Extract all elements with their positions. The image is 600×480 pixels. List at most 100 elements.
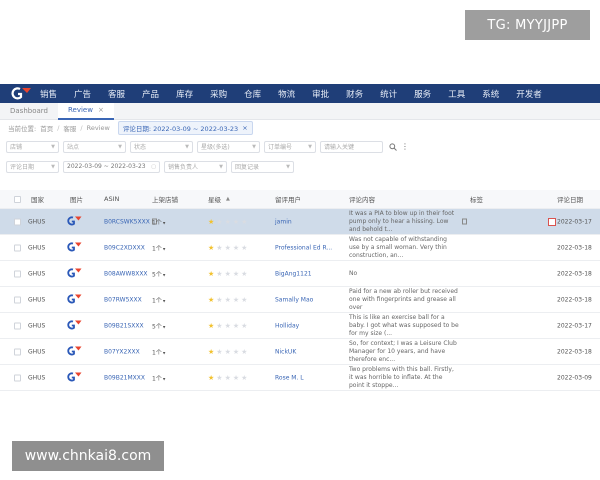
asin-link[interactable]: B08AWW8XXX — [104, 270, 148, 277]
select-placeholder: 销售负责人 — [168, 164, 199, 171]
nav-item[interactable]: 财务 — [346, 88, 363, 100]
cell-listing[interactable]: 1个▾ — [152, 347, 165, 356]
cell-review-content[interactable]: This is like an exercise ball for a baby… — [349, 314, 459, 338]
nav-item[interactable]: 采购 — [210, 88, 227, 100]
nav-item[interactable]: 产品 — [142, 88, 159, 100]
shop-select[interactable]: 店铺 ▼ — [6, 140, 59, 153]
more-options-icon[interactable]: ⋮ — [401, 142, 409, 151]
cell-review-content[interactable]: Paid for a new ab roller but received on… — [349, 288, 459, 312]
cell-review-content[interactable]: No — [349, 270, 459, 278]
table-row[interactable]: GHUS B09C2XDXXX 1个▾ ★ ★ ★ ★ ★ Professional Ed R.… — [0, 235, 600, 261]
asin-link[interactable]: B07YX2XXX — [104, 348, 140, 355]
cell-listing[interactable]: 1个▾ — [152, 243, 165, 252]
keyword-input[interactable]: 请输入关键 — [320, 140, 383, 153]
table-row[interactable]: GHUS B07RW5XXX 1个▾ ★ ★ ★ ★ ★ Samally Mao Paid for… — [0, 287, 600, 313]
cell-listing[interactable]: 1个▾ — [152, 217, 165, 226]
cell-review-content[interactable]: Was not capable of withstanding use by a… — [349, 236, 459, 260]
sort-icon[interactable]: ▲ — [226, 196, 230, 202]
table-row[interactable]: GHUS B08AWW8XXX 5个▾ ★ ★ ★ ★ ★ BigAng1121 No 2022-0… — [0, 261, 600, 287]
reply-select[interactable]: 回复记录 ▼ — [231, 160, 294, 173]
cell-listing[interactable]: 1个▾ — [152, 295, 165, 304]
cell-asin[interactable]: B07YX2XXX — [104, 348, 140, 355]
cell-review-content[interactable]: It was a PIA to blow up in their foot pu… — [349, 210, 459, 234]
active-filter-chip[interactable]: 评论日期: 2022-03-09 ~ 2022-03-23 × — [117, 120, 253, 135]
owner-select[interactable]: 销售负责人 ▼ — [164, 160, 227, 173]
close-icon[interactable]: × — [242, 124, 247, 132]
tab-dashboard[interactable]: Dashboard — [0, 103, 58, 120]
date-range-picker[interactable]: 2022-03-09 ~ 2022-03-23 ▢ — [63, 160, 160, 173]
search-field-select[interactable]: 订单编号 ▼ — [264, 140, 316, 153]
nav-item[interactable]: 审批 — [312, 88, 329, 100]
nav-item[interactable]: 库存 — [176, 88, 193, 100]
tab-review[interactable]: Review × — [57, 102, 114, 120]
table-row[interactable]: GHUS B09B21SXXX 5个▾ ★ ★ ★ ★ ★ Holliday This is li… — [0, 313, 600, 339]
cell-listing[interactable]: 1个▾ — [152, 373, 165, 382]
star-icon: ★ — [208, 347, 215, 356]
cell-asin[interactable]: B09C2XDXXX — [104, 244, 145, 251]
col-header-date[interactable]: 评论日期 — [557, 194, 583, 204]
status-select[interactable]: 状态 ▼ — [130, 140, 193, 153]
row-checkbox[interactable] — [14, 348, 21, 355]
row-checkbox[interactable] — [14, 218, 21, 225]
brand-logo-icon[interactable] — [10, 87, 32, 100]
nav-item[interactable]: 客服 — [108, 88, 125, 100]
col-header-stars[interactable]: 星级 — [208, 194, 221, 204]
row-checkbox[interactable] — [14, 322, 21, 329]
cell-review-content[interactable]: So, for context; I was a Leisure Club Ma… — [349, 340, 459, 364]
product-thumbnail[interactable] — [66, 215, 82, 228]
nav-item[interactable]: 统计 — [380, 88, 397, 100]
cell-buyer[interactable]: NickUK — [275, 348, 296, 355]
product-thumbnail[interactable] — [66, 319, 82, 332]
cell-asin[interactable]: B09B21SXXX — [104, 322, 144, 329]
asin-link[interactable]: B09C2XDXXX — [104, 244, 145, 251]
breadcrumb-item-home[interactable]: 首页 — [40, 123, 53, 133]
nav-item[interactable]: 仓库 — [244, 88, 261, 100]
cell-asin[interactable]: B09B21MXXX — [104, 374, 145, 381]
asin-link[interactable]: B09B21MXXX — [104, 374, 145, 381]
site-select[interactable]: 站点 ▼ — [63, 140, 126, 153]
cell-review-content[interactable]: Two problems with this ball. Firstly, it… — [349, 366, 459, 390]
cell-listing[interactable]: 5个▾ — [152, 269, 165, 278]
product-thumbnail[interactable] — [66, 293, 82, 306]
table-row[interactable]: GHUS B0RCSWK5XXX 1个▾ ★ ★ ★ ★ ★ jamin It was a PIA… — [0, 209, 600, 235]
copy-icon[interactable] — [460, 218, 467, 225]
asin-link[interactable]: B0RCSWK5XXX — [104, 218, 150, 225]
star-select[interactable]: 星级(多选) ▼ — [197, 140, 260, 153]
nav-item[interactable]: 系统 — [482, 88, 499, 100]
cell-buyer[interactable]: Samally Mao — [275, 296, 313, 303]
table-row[interactable]: GHUS B09B21MXXX 1个▾ ★ ★ ★ ★ ★ Rose M. L Two probl… — [0, 365, 600, 391]
cell-asin[interactable]: B0RCSWK5XXX — [104, 218, 157, 225]
cell-listing[interactable]: 5个▾ — [152, 321, 165, 330]
cell-buyer[interactable]: Professional Ed R... — [275, 244, 332, 251]
close-icon[interactable]: × — [98, 106, 104, 114]
nav-item[interactable]: 物流 — [278, 88, 295, 100]
row-checkbox[interactable] — [14, 374, 21, 381]
select-all-checkbox[interactable] — [14, 196, 21, 203]
product-thumbnail[interactable] — [66, 345, 82, 358]
cell-buyer[interactable]: Rose M. L — [275, 374, 304, 381]
cell-buyer[interactable]: jamin — [275, 218, 292, 225]
nav-item[interactable]: 开发者 — [516, 88, 542, 100]
star-icon: ★ — [208, 243, 215, 252]
asin-link[interactable]: B09B21SXXX — [104, 322, 144, 329]
table-row[interactable]: GHUS B07YX2XXX 1个▾ ★ ★ ★ ★ ★ NickUK So, for conte… — [0, 339, 600, 365]
product-thumbnail[interactable] — [66, 267, 82, 280]
cell-asin[interactable]: B08AWW8XXX — [104, 270, 148, 277]
row-checkbox[interactable] — [14, 244, 21, 251]
nav-item[interactable]: 销售 — [40, 88, 57, 100]
cell-asin[interactable]: B07RW5XXX — [104, 296, 142, 303]
nav-item[interactable]: 广告 — [74, 88, 91, 100]
cell-buyer[interactable]: Holliday — [275, 322, 299, 329]
cell-buyer[interactable]: BigAng1121 — [275, 270, 312, 277]
row-checkbox[interactable] — [14, 270, 21, 277]
product-thumbnail[interactable] — [66, 241, 82, 254]
date-type-select[interactable]: 评论日期 ▼ — [6, 160, 59, 173]
asin-link[interactable]: B07RW5XXX — [104, 296, 142, 303]
edit-icon[interactable] — [548, 217, 556, 226]
nav-item[interactable]: 工具 — [448, 88, 465, 100]
row-checkbox[interactable] — [14, 296, 21, 303]
breadcrumb-item-service[interactable]: 客服 — [63, 123, 76, 133]
nav-item[interactable]: 服务 — [414, 88, 431, 100]
search-button[interactable] — [387, 141, 399, 153]
product-thumbnail[interactable] — [66, 371, 82, 384]
